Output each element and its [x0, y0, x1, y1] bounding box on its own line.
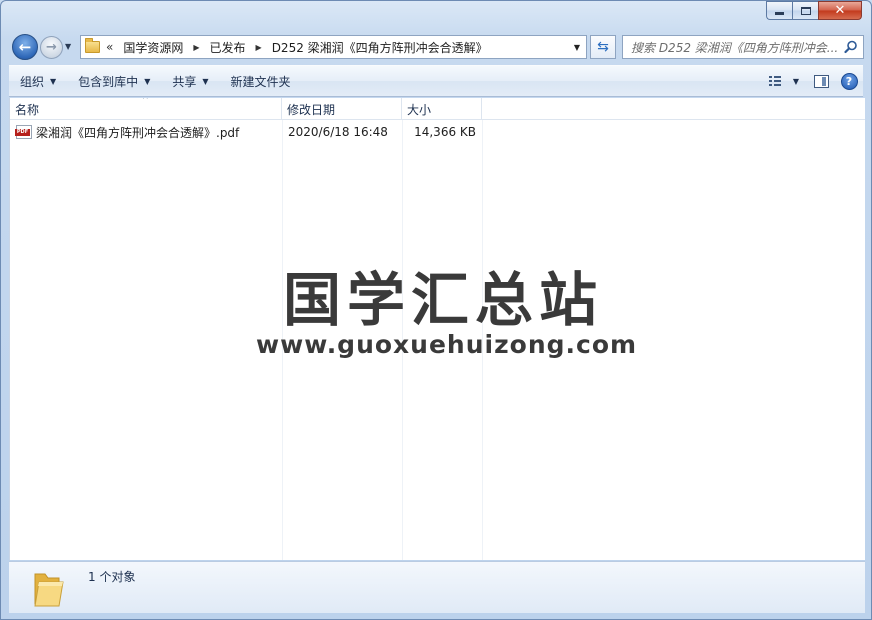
change-view-button[interactable] [761, 69, 789, 93]
column-date-label: 修改日期 [287, 102, 336, 117]
chevron-down-icon: ▼ [202, 76, 209, 86]
column-header-size[interactable]: 大小 [402, 98, 482, 120]
forward-button[interactable]: → [40, 36, 63, 59]
minimize-button[interactable] [766, 1, 792, 20]
close-button[interactable]: ✕ [818, 1, 862, 20]
organize-button[interactable]: 组织 ▼ [9, 66, 67, 96]
column-header-name[interactable]: 名称 ^ [10, 98, 282, 120]
back-arrow-icon: ← [18, 38, 32, 56]
refresh-button[interactable]: ⇆ [590, 35, 616, 59]
file-name-cell[interactable]: PDF 梁湘润《四角方阵刑冲会合透解》.pdf [10, 124, 282, 141]
explorer-window: ✕ ← → ▼ « 国学资源网 ▶ 已发布 ▶ D252 梁湘润《四角方阵刑冲会… [0, 0, 872, 620]
details-pane: 1 个对象 [9, 561, 865, 613]
share-label: 共享 [172, 74, 197, 89]
breadcrumb-item-current[interactable]: D252 梁湘润《四角方阵刑冲会合透解》 [272, 39, 488, 56]
file-date: 2020/6/18 16:48 [288, 125, 388, 139]
column-name-label: 名称 [15, 102, 40, 117]
folder-icon [85, 38, 100, 53]
navigation-bar: ← → ▼ « 国学资源网 ▶ 已发布 ▶ D252 梁湘润《四角方阵刑冲会合透… [10, 33, 864, 61]
file-row[interactable]: PDF 梁湘润《四角方阵刑冲会合透解》.pdf 2020/6/18 16:48 … [10, 122, 482, 142]
chevron-down-icon: ▼ [50, 76, 57, 86]
views-icon [768, 76, 781, 86]
command-bar: 组织 ▼ 包含到库中 ▼ 共享 ▼ 新建文件夹 ▼ ? [9, 65, 863, 97]
share-button[interactable]: 共享 ▼ [161, 66, 219, 96]
search-placeholder: 搜索 D252 梁湘润《四角方阵刑冲会... [631, 40, 839, 55]
forward-arrow-icon: → [46, 40, 57, 55]
file-name: 梁湘润《四角方阵刑冲会合透解》.pdf [36, 125, 240, 140]
back-button[interactable]: ← [12, 34, 38, 60]
help-icon: ? [840, 72, 858, 90]
new-folder-label: 新建文件夹 [230, 74, 291, 89]
watermark-url: www.guoxuehuizong.com [256, 330, 638, 359]
breadcrumb-separator-icon[interactable]: ▶ [193, 43, 199, 52]
chevron-down-icon: ▼ [144, 76, 151, 86]
file-list[interactable]: 名称 ^ 修改日期 大小 PDF 梁湘润《四角方阵刑冲会合透解》.pdf 202… [9, 98, 865, 560]
close-icon: ✕ [834, 3, 846, 18]
address-bar[interactable]: « 国学资源网 ▶ 已发布 ▶ D252 梁湘润《四角方阵刑冲会合透解》 ▼ [80, 35, 587, 59]
preview-pane-icon [813, 74, 829, 88]
preview-pane-button[interactable] [807, 69, 835, 93]
help-button[interactable]: ? [835, 69, 863, 93]
organize-label: 组织 [20, 74, 45, 89]
column-size-label: 大小 [407, 102, 432, 117]
search-box[interactable]: 搜索 D252 梁湘润《四角方阵刑冲会... [622, 35, 864, 59]
address-dropdown-icon[interactable]: ▼ [568, 36, 586, 58]
caption-buttons: ✕ [766, 1, 862, 20]
maximize-button[interactable] [792, 1, 818, 20]
column-header-row: 名称 ^ 修改日期 大小 [10, 98, 865, 120]
sort-ascending-icon: ^ [142, 98, 149, 104]
pdf-icon-label: PDF [15, 129, 30, 136]
folder-icon [34, 573, 64, 607]
watermark-title: 国学汇总站 [282, 266, 603, 334]
new-folder-button[interactable]: 新建文件夹 [220, 66, 302, 96]
maximize-icon [800, 6, 811, 15]
recent-pages-dropdown[interactable]: ▼ [65, 42, 75, 52]
pdf-file-icon: PDF [15, 125, 32, 139]
refresh-icon: ⇆ [597, 39, 609, 55]
breadcrumb-item[interactable]: 已发布 [210, 39, 246, 56]
breadcrumb-item[interactable]: 国学资源网 [123, 39, 183, 56]
item-count: 1 个对象 [88, 570, 136, 584]
view-controls: ▼ ? [761, 66, 863, 96]
file-size: 14,366 KB [414, 125, 476, 139]
minimize-icon [775, 12, 784, 15]
breadcrumb-overflow[interactable]: « [106, 40, 113, 54]
breadcrumb-separator-icon[interactable]: ▶ [256, 43, 262, 52]
include-in-library-button[interactable]: 包含到库中 ▼ [67, 66, 161, 96]
views-dropdown-icon[interactable]: ▼ [793, 77, 799, 86]
column-header-date[interactable]: 修改日期 [282, 98, 402, 120]
include-in-library-label: 包含到库中 [78, 74, 139, 89]
search-icon[interactable] [844, 40, 858, 54]
